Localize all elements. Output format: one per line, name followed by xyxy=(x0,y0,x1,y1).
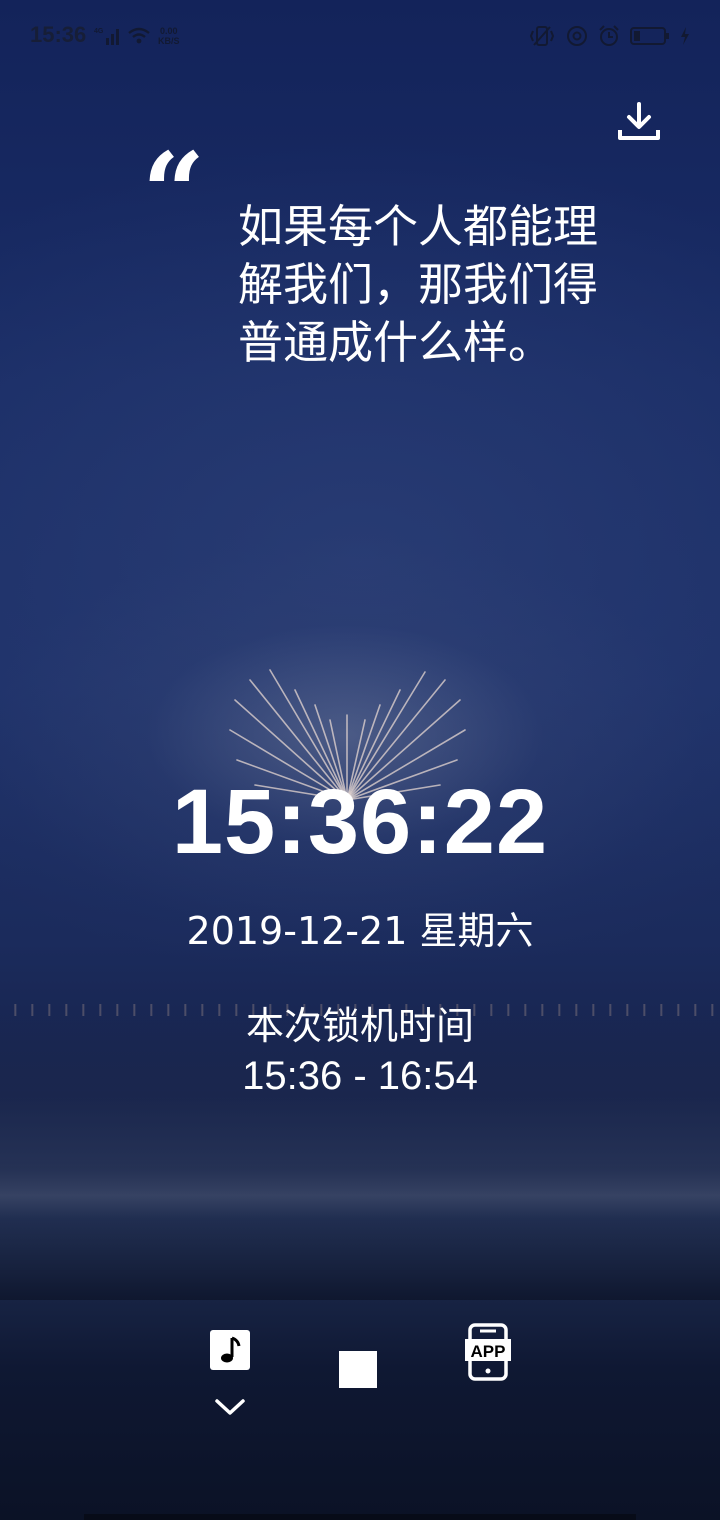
battery-icon xyxy=(630,27,669,45)
music-button[interactable] xyxy=(210,1330,250,1370)
at-icon xyxy=(567,26,587,46)
quote-mark: “ xyxy=(142,128,206,257)
status-time: 15:36 xyxy=(30,22,87,47)
status-bar: 15:36 4G 0.00 KB/S xyxy=(0,0,720,72)
vibrate-icon xyxy=(529,26,555,46)
status-left-icons: 4G 0.00 KB/S xyxy=(94,24,180,48)
expand-button[interactable] xyxy=(214,1396,246,1418)
signal-icon: 4G xyxy=(94,28,119,45)
clock-time: 15:36:22 xyxy=(171,771,549,873)
download-icon xyxy=(618,102,660,140)
net-speed-unit: KB/S xyxy=(158,36,180,46)
quote-text: 如果每个人都能理解我们，那我们得普通成什么样。 xyxy=(238,200,599,369)
clock-date: 2019-12-21 星期六 xyxy=(186,909,534,953)
status-right-icons xyxy=(528,24,690,48)
net-speed-value: 0.00 xyxy=(159,26,178,36)
download-button[interactable] xyxy=(614,100,664,146)
stop-button[interactable] xyxy=(339,1351,377,1388)
app-label: APP xyxy=(471,1342,506,1361)
svg-text:4G: 4G xyxy=(94,28,104,35)
bottom-bar xyxy=(84,1514,636,1520)
wifi-icon xyxy=(128,27,150,44)
alarm-icon xyxy=(599,25,619,46)
chevron-down-icon xyxy=(215,1399,245,1415)
charging-icon xyxy=(681,27,689,45)
app-phone-icon: APP xyxy=(465,1323,511,1381)
net-speed: 0.00 KB/S xyxy=(158,26,180,46)
lock-session-range: 15:36 - 16:54 xyxy=(242,1054,478,1098)
lock-session-label: 本次锁机时间 xyxy=(245,1004,474,1048)
app-button[interactable]: APP xyxy=(464,1323,512,1381)
lock-screen: 15:36 4G 0.00 KB/S “ 如果每个人都能理解我们，那我们得普通成… xyxy=(0,0,720,1520)
music-note-icon xyxy=(210,1330,250,1370)
